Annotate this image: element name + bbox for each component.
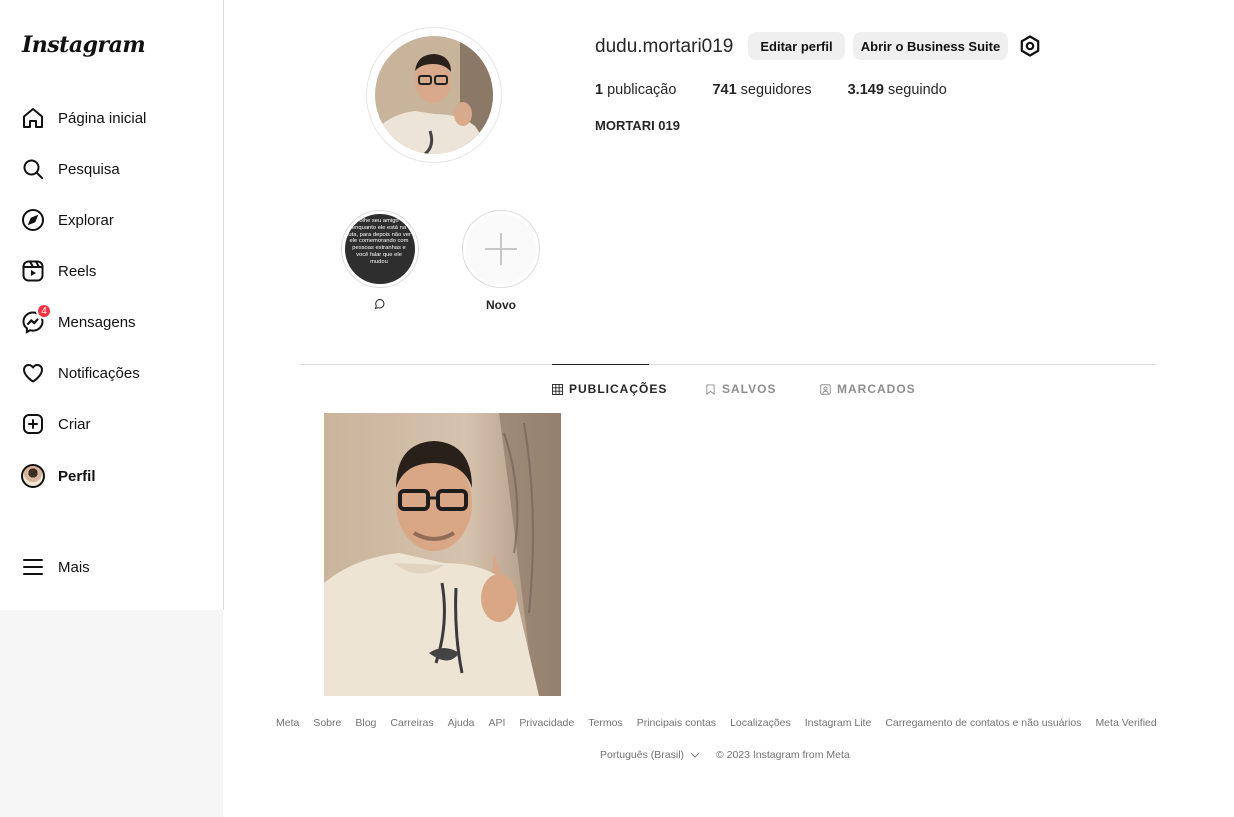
tab-saved[interactable]: SALVOS xyxy=(705,382,776,396)
plus-square-icon xyxy=(20,411,46,437)
bookmark-icon xyxy=(706,383,715,395)
footer-link[interactable]: Carreiras xyxy=(390,717,433,729)
profile-picture[interactable] xyxy=(366,27,502,163)
footer-link[interactable]: Localizações xyxy=(730,717,791,729)
profile-full-name: MORTARI 019 xyxy=(595,118,680,133)
sidebar-item-more[interactable]: Mais xyxy=(20,551,90,583)
plus-icon xyxy=(466,214,536,284)
story-highlight[interactable]: olhe seu amigo enquanto ele está na luta… xyxy=(341,210,419,312)
sidebar-empty-area xyxy=(0,610,223,817)
tab-label: SALVOS xyxy=(722,382,777,396)
new-highlight-ring xyxy=(462,210,540,288)
footer-bottom: Português (Brasil) © 2023 Instagram from… xyxy=(600,749,850,761)
sidebar-item-explore[interactable]: Explorar xyxy=(20,204,114,236)
sidebar-item-label: Notificações xyxy=(58,364,140,382)
highlight-caption xyxy=(374,298,386,312)
sidebar-item-label: Reels xyxy=(58,262,97,280)
avatar xyxy=(20,463,46,489)
sidebar-item-label: Mais xyxy=(58,558,90,576)
tab-label: MARCADOS xyxy=(837,382,916,396)
profile-stats: 1 publicação 741 seguidores 3.149 seguin… xyxy=(595,82,983,98)
reels-icon xyxy=(20,258,46,284)
home-icon xyxy=(20,105,46,131)
highlight-caption: Novo xyxy=(486,298,516,312)
sidebar-item-notifications[interactable]: Notificações xyxy=(20,357,140,389)
sidebar-item-label: Mensagens xyxy=(58,313,136,331)
sidebar-item-label: Página inicial xyxy=(58,109,147,127)
highlight-cover: olhe seu amigo enquanto ele está na luta… xyxy=(341,210,419,288)
chevron-down-icon xyxy=(690,753,700,759)
business-suite-button[interactable]: Abrir o Business Suite xyxy=(853,32,1008,60)
heart-icon xyxy=(20,360,46,386)
sidebar-item-create[interactable]: Criar xyxy=(20,408,91,440)
footer-link[interactable]: Ajuda xyxy=(448,717,475,729)
footer-link[interactable]: Termos xyxy=(588,717,622,729)
sidebar-item-home[interactable]: Página inicial xyxy=(20,102,146,134)
footer-link[interactable]: API xyxy=(488,717,505,729)
copyright-text: © 2023 Instagram from Meta xyxy=(715,749,850,761)
sidebar-item-label: Pesquisa xyxy=(58,160,120,178)
footer-link[interactable]: Carregamento de contatos e não usuários xyxy=(885,717,1081,729)
grid-icon xyxy=(552,383,563,395)
new-highlight-button[interactable]: Novo xyxy=(462,210,540,312)
posts-count: 1 publicação xyxy=(595,82,677,98)
footer-link[interactable]: Meta Verified xyxy=(1095,717,1156,729)
instagram-logo[interactable]: Instagram xyxy=(22,32,146,58)
comment-bubble-icon xyxy=(375,298,385,309)
following-count[interactable]: 3.149 seguindo xyxy=(848,82,947,98)
sidebar-item-reels[interactable]: Reels xyxy=(20,255,96,287)
active-tab-indicator xyxy=(552,364,649,365)
tabs-divider xyxy=(300,364,1156,365)
messenger-icon: 4 xyxy=(20,303,52,335)
footer-link[interactable]: Principais contas xyxy=(637,717,716,729)
compass-icon xyxy=(20,207,46,233)
unread-badge: 4 xyxy=(36,303,52,319)
sidebar-item-label: Explorar xyxy=(58,211,114,229)
tab-posts[interactable]: PUBLICAÇÕES xyxy=(552,382,667,396)
menu-icon xyxy=(20,554,46,580)
settings-gear-icon[interactable] xyxy=(1018,34,1042,58)
sidebar-item-messages[interactable]: 4 Mensagens xyxy=(20,303,136,338)
sidebar-item-search[interactable]: Pesquisa xyxy=(20,153,120,185)
footer-link[interactable]: Meta xyxy=(276,717,299,729)
footer-link[interactable]: Privacidade xyxy=(519,717,574,729)
language-selector[interactable]: Português (Brasil) xyxy=(600,749,700,761)
edit-profile-button[interactable]: Editar perfil xyxy=(748,32,845,60)
profile-username: dudu.mortari019 xyxy=(595,36,734,57)
sidebar-item-label: Perfil xyxy=(58,467,96,485)
highlight-text: olhe seu amigo enquanto ele está na luta… xyxy=(345,214,415,284)
tagged-icon xyxy=(820,383,831,395)
footer-link[interactable]: Blog xyxy=(355,717,376,729)
tab-label: PUBLICAÇÕES xyxy=(569,382,668,396)
footer-link[interactable]: Sobre xyxy=(313,717,341,729)
sidebar: Instagram Página inicial Pesquisa Explor… xyxy=(0,0,224,610)
sidebar-item-profile[interactable]: Perfil xyxy=(20,460,96,492)
post-thumbnail[interactable] xyxy=(324,413,561,696)
tab-tagged[interactable]: MARCADOS xyxy=(820,382,916,396)
footer-link[interactable]: Instagram Lite xyxy=(805,717,872,729)
sidebar-item-label: Criar xyxy=(58,415,91,433)
footer-links: Meta Sobre Blog Carreiras Ajuda API Priv… xyxy=(276,717,1157,729)
followers-count[interactable]: 741 seguidores xyxy=(712,82,811,98)
search-icon xyxy=(20,156,46,182)
